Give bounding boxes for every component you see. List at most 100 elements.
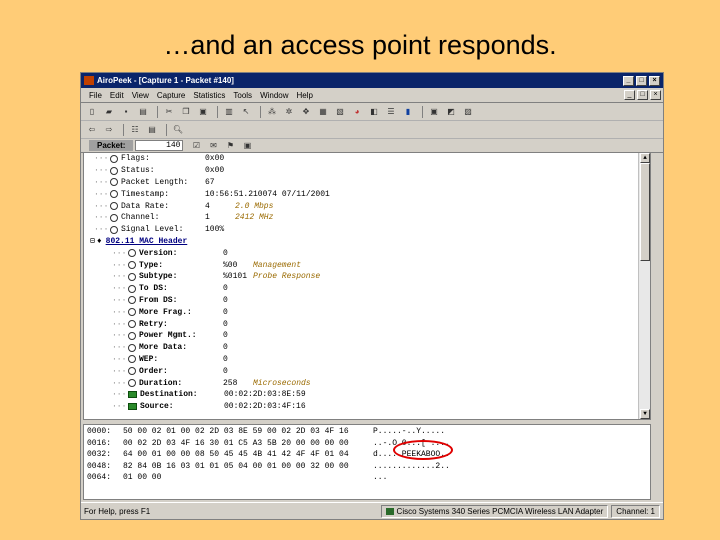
forward-arrow-icon[interactable]: ⇨ — [102, 123, 116, 136]
decode-row[interactable]: ··· Order: 0 — [90, 365, 650, 377]
mark-icon[interactable]: ☑ — [189, 139, 203, 152]
close-button[interactable]: × — [649, 75, 660, 86]
maximize-button[interactable]: □ — [636, 75, 647, 86]
menu-file[interactable]: File — [85, 91, 106, 100]
hex-row[interactable]: 0064: 01 00 00... — [87, 473, 647, 485]
alarm-icon[interactable]: ◩ — [444, 105, 458, 118]
list-icon[interactable]: ☰ — [384, 105, 398, 118]
note-icon[interactable]: ▣ — [240, 139, 254, 152]
tree-connector: ··· — [112, 295, 127, 305]
decode-row[interactable]: ··· Data Rate: 4 2.0 Mbps — [90, 200, 650, 212]
mdi-minimize-button[interactable]: _ — [624, 90, 635, 100]
mdi-close-button[interactable]: × — [650, 90, 661, 100]
filter-icon[interactable]: ✲ — [282, 105, 296, 118]
toolbar-separator — [166, 123, 167, 136]
history-icon[interactable]: ◧ — [367, 105, 381, 118]
menu-tools[interactable]: Tools — [229, 91, 256, 100]
select-icon[interactable]: ↖ — [239, 105, 253, 118]
flag-icon[interactable]: ⚑ — [223, 139, 237, 152]
decode-view-icon[interactable]: ☷ — [128, 123, 142, 136]
hex-row[interactable]: 0016: 00 02 2D 03 4F 16 30 01 C5 A3 5B 20… — [87, 439, 647, 451]
scroll-down-button[interactable]: ▼ — [640, 409, 650, 419]
new-icon[interactable]: ▯ — [85, 105, 99, 118]
nodes-icon[interactable]: ⁂ — [265, 105, 279, 118]
hex-row[interactable]: 0000: 50 00 02 01 00 02 2D 03 8E 59 00 02… — [87, 427, 647, 439]
network-icon[interactable]: ▧ — [333, 105, 347, 118]
decode-row[interactable]: ··· Flags: 0x00 — [90, 153, 650, 165]
field-icon — [128, 249, 136, 258]
decode-row[interactable]: ··· Signal Level: 100% — [90, 224, 650, 236]
copy-icon[interactable]: ❐ — [179, 105, 193, 118]
field-value: 258 — [223, 378, 238, 388]
decode-row[interactable]: ··· From DS: 0 — [90, 295, 650, 307]
header-title: 802.11 MAC Header — [105, 236, 188, 246]
open-icon[interactable]: ▰ — [102, 105, 116, 118]
log-icon[interactable]: ▣ — [427, 105, 441, 118]
packet-number-field[interactable]: 140 — [135, 140, 184, 151]
back-arrow-icon[interactable]: ⇦ — [85, 123, 99, 136]
field-value: 4 — [205, 201, 210, 211]
decode-row[interactable]: ··· Packet Length: 67 — [90, 177, 650, 189]
zoom-icon[interactable]: 🔍︎ — [171, 123, 185, 136]
collapse-toggle[interactable]: ⊟ — [90, 236, 95, 246]
decode-row[interactable]: ··· Version: 0 — [90, 247, 650, 259]
paste-icon[interactable]: ▣ — [196, 105, 210, 118]
stats-icon[interactable]: ▦ — [316, 105, 330, 118]
menu-edit[interactable]: Edit — [106, 91, 128, 100]
decode-row[interactable]: ··· Channel: 1 2412 MHz — [90, 212, 650, 224]
decode-row[interactable]: ··· Power Mgmt.: 0 — [90, 330, 650, 342]
slide-title: …and an access point responds. — [163, 30, 557, 60]
decode-row[interactable]: ··· Status: 0x00 — [90, 165, 650, 177]
capture-options-icon[interactable]: ▥ — [222, 105, 236, 118]
decode-row[interactable]: ··· More Data: 0 — [90, 342, 650, 354]
cut-icon[interactable]: ✂ — [162, 105, 176, 118]
hex-offset: 0000: — [87, 427, 112, 436]
decode-scrollbar[interactable]: ▲ ▼ — [638, 153, 650, 419]
hex-pane[interactable]: 0000: 50 00 02 01 00 02 2D 03 8E 59 00 02… — [83, 424, 651, 500]
scroll-up-button[interactable]: ▲ — [640, 153, 650, 163]
scroll-thumb[interactable] — [640, 163, 650, 261]
menu-help[interactable]: Help — [293, 91, 317, 100]
menu-capture[interactable]: Capture — [153, 91, 189, 100]
menu-window[interactable]: Window — [256, 91, 292, 100]
decode-row[interactable]: ··· Timestamp: 10:56:51.210074 07/11/2001 — [90, 188, 650, 200]
comment-icon[interactable]: ✉ — [206, 139, 220, 152]
mdi-restore-button[interactable]: □ — [637, 90, 648, 100]
field-name: From DS: — [139, 295, 178, 305]
hex-view-icon[interactable]: ▤ — [145, 123, 159, 136]
tree-connector: ··· — [112, 272, 127, 282]
status-help-text: For Help, press F1 — [84, 506, 151, 516]
hex-row[interactable]: 0032: 64 00 01 00 00 08 50 45 45 4B 41 42… — [87, 450, 647, 462]
field-icon — [110, 166, 118, 175]
protocols-icon[interactable]: ✥ — [299, 105, 313, 118]
pie-icon[interactable]: ◕ — [350, 105, 364, 118]
menu-statistics[interactable]: Statistics — [189, 91, 229, 100]
decode-row[interactable]: ··· Source: 00:02:2D:03:4F:16 — [90, 401, 650, 413]
decode-row[interactable]: ··· WEP: 0 — [90, 354, 650, 366]
decode-row[interactable]: ··· More Frag.: 0 — [90, 306, 650, 318]
field-icon — [128, 272, 136, 281]
hex-offset: 0016: — [87, 438, 112, 448]
field-name: More Frag.: — [139, 307, 192, 317]
field-icon — [128, 320, 136, 329]
bars-icon[interactable]: ▮ — [401, 105, 415, 118]
decode-row[interactable]: ··· To DS: 0 — [90, 283, 650, 295]
field-name: Subtype: — [139, 272, 178, 282]
mac-header-row[interactable]: ⊟ ♦ 802.11 MAC Header — [90, 236, 650, 248]
menu-view[interactable]: View — [128, 91, 153, 100]
decode-row[interactable]: ··· Destination: 00:02:2D:03:8E:59 — [90, 389, 650, 401]
minimize-button[interactable]: _ — [623, 75, 634, 86]
field-value: 100% — [205, 225, 225, 235]
print-icon[interactable]: ▤ — [136, 105, 150, 118]
decode-row[interactable]: ··· Duration: 258 Microseconds — [90, 377, 650, 389]
save-icon[interactable]: ▪ — [119, 105, 133, 118]
decode-row[interactable]: ··· Retry: 0 — [90, 318, 650, 330]
decode-row[interactable]: ··· Type: %00 Management — [90, 259, 650, 271]
help-icon[interactable]: ▨ — [461, 105, 475, 118]
decode-pane[interactable]: ··· Flags: 0x00 ··· Status: 0x00 ··· Packet Len… — [83, 152, 651, 420]
field-icon — [128, 284, 136, 293]
hex-bytes: 64 00 01 00 00 08 50 45 45 4B 41 42 4F 4… — [123, 450, 349, 459]
decode-row[interactable]: ··· Subtype: %0101 Probe Response — [90, 271, 650, 283]
hex-row[interactable]: 0048: 82 84 0B 16 03 01 01 05 04 00 01 00… — [87, 462, 647, 474]
field-name: To DS: — [139, 284, 168, 294]
